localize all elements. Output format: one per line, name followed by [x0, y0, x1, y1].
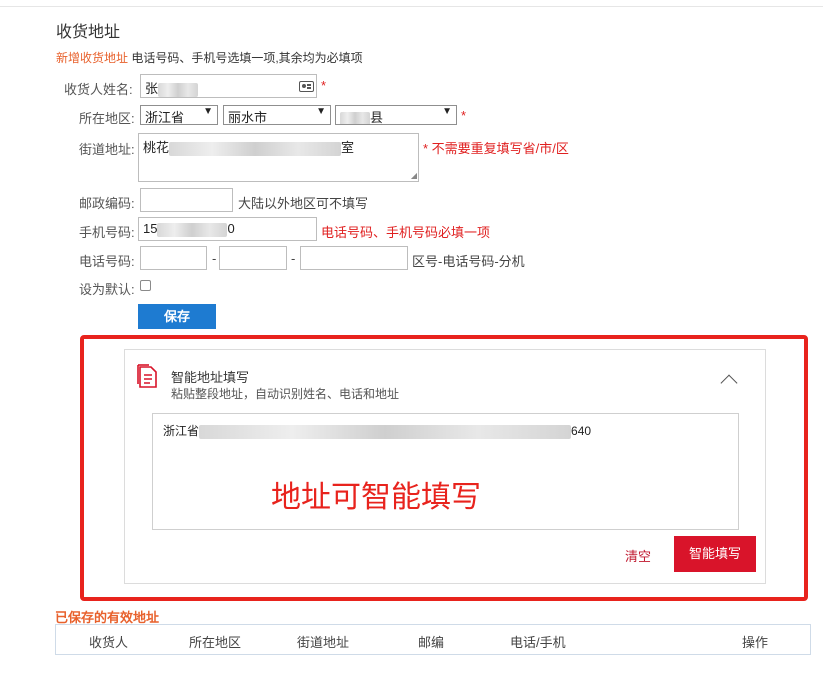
street-suffix: 室	[341, 140, 355, 155]
column-header: 收货人	[89, 635, 129, 650]
county-select[interactable]: 县 ▼	[335, 105, 457, 125]
extension-input[interactable]	[300, 246, 408, 270]
mobile-prefix: 15	[143, 221, 158, 236]
zip-note: 大陆以外地区可不填写	[238, 196, 369, 211]
new-address-label: 新增收货地址	[56, 51, 129, 65]
phone-dash: -	[291, 251, 296, 266]
street-textarea[interactable]: 桃花 室 ◢	[138, 133, 419, 182]
province-select[interactable]: 浙江省 ▼	[140, 105, 218, 125]
required-mark: *	[321, 78, 327, 93]
saved-addresses-table-header: 收货人 所在地区 街道地址 邮编 电话/手机 操作	[55, 624, 811, 655]
column-header: 电话/手机	[510, 635, 566, 650]
mobile-input[interactable]: 15 0	[138, 217, 317, 241]
dropdown-arrow-icon: ▼	[316, 106, 326, 117]
save-button[interactable]: 保存	[138, 304, 216, 329]
dropdown-arrow-icon: ▼	[203, 106, 213, 117]
dropdown-arrow-icon: ▼	[442, 106, 452, 117]
default-checkbox[interactable]	[140, 280, 151, 291]
name-input[interactable]: 张	[140, 74, 317, 98]
column-header: 操作	[742, 635, 769, 650]
street-prefix: 桃花	[143, 140, 170, 155]
column-header: 街道地址	[297, 635, 350, 650]
phone-dash: -	[212, 251, 217, 266]
column-header: 邮编	[418, 635, 445, 650]
mobile-label: 手机号码:	[79, 225, 135, 240]
phone-label: 电话号码:	[79, 254, 135, 269]
zip-input[interactable]	[140, 188, 233, 212]
column-header: 所在地区	[189, 635, 242, 650]
top-divider	[0, 6, 823, 7]
default-label: 设为默认:	[79, 282, 135, 297]
name-label: 收货人姓名:	[64, 82, 133, 97]
phone-note: 区号-电话号码-分机	[412, 254, 525, 269]
region-label: 所在地区:	[79, 111, 135, 126]
zip-label: 邮政编码:	[79, 196, 135, 211]
city-select[interactable]: 丽水市 ▼	[223, 105, 331, 125]
form-hint: 新增收货地址 电话号码、手机号选填一项,其余均为必填项	[56, 49, 363, 66]
street-label: 街道地址:	[79, 142, 135, 157]
mobile-suffix: 0	[227, 221, 235, 236]
annotation-highlight-frame	[80, 335, 808, 601]
redacted-text	[158, 82, 199, 97]
id-card-icon[interactable]	[299, 81, 314, 92]
area-code-input[interactable]	[140, 246, 207, 270]
province-value: 浙江省	[145, 110, 185, 125]
county-value: 县	[370, 110, 384, 125]
redacted-text	[340, 111, 370, 124]
street-note: * 不需要重复填写省/市/区	[423, 141, 569, 156]
required-mark: *	[461, 108, 467, 123]
name-value: 张	[145, 81, 159, 96]
resize-handle-icon[interactable]: ◢	[411, 171, 417, 180]
redacted-text	[169, 141, 342, 156]
phone-number-input[interactable]	[219, 246, 287, 270]
page-title: 收货地址	[56, 24, 121, 41]
city-value: 丽水市	[228, 110, 268, 125]
required-hint: 电话号码、手机号选填一项,其余均为必填项	[128, 51, 363, 65]
mobile-note: 电话号码、手机号码必填一项	[321, 225, 491, 240]
redacted-text	[157, 222, 228, 237]
